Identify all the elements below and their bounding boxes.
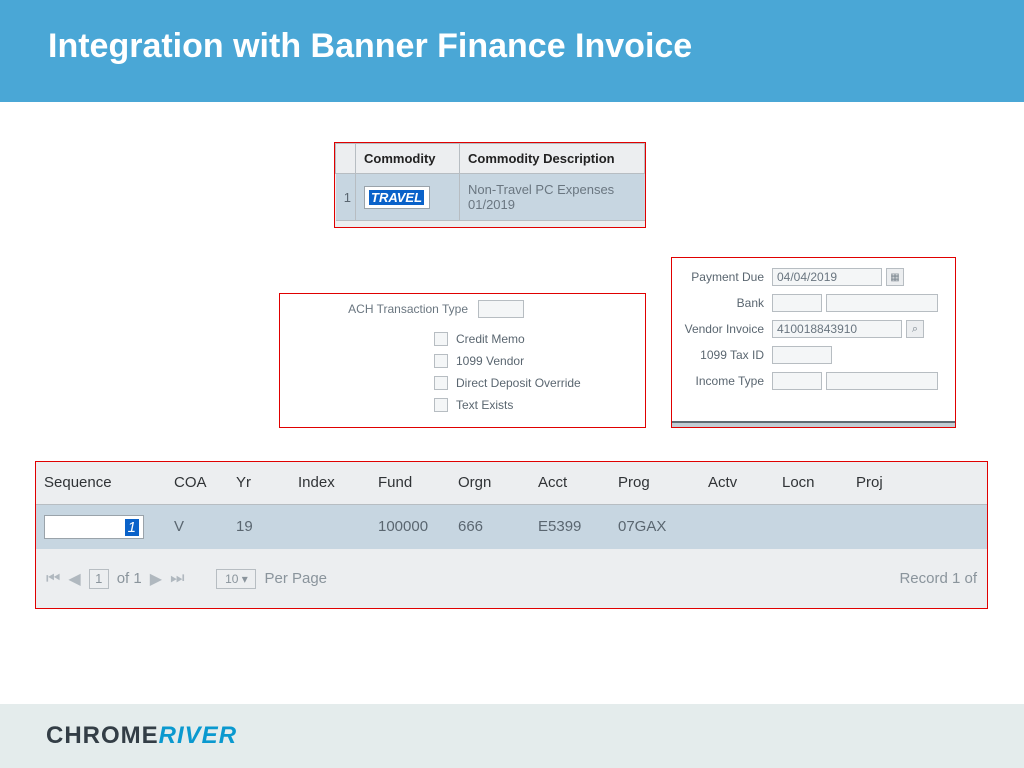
commodity-description: Non-Travel PC Expenses 01/2019 bbox=[460, 174, 645, 221]
col-commodity: Commodity bbox=[356, 144, 460, 174]
col-fund: Fund bbox=[370, 462, 450, 504]
col-orgn: Orgn bbox=[450, 462, 530, 504]
col-sequence: Sequence bbox=[36, 462, 166, 504]
accounting-row[interactable]: 1 V 19 100000 666 E5399 07GAX bbox=[36, 504, 987, 549]
next-page-icon[interactable]: ▶ bbox=[150, 569, 162, 589]
checkbox-1099-vendor[interactable] bbox=[434, 354, 448, 368]
cell-index bbox=[290, 504, 370, 549]
label-direct-deposit: Direct Deposit Override bbox=[456, 376, 581, 390]
cell-acct: E5399 bbox=[530, 504, 610, 549]
cell-actv bbox=[700, 504, 774, 549]
page-title: Integration with Banner Finance Invoice bbox=[0, 0, 1024, 102]
col-locn: Locn bbox=[774, 462, 848, 504]
label-vendor-invoice: Vendor Invoice bbox=[678, 322, 772, 336]
cell-coa: V bbox=[166, 504, 228, 549]
cell-yr: 19 bbox=[228, 504, 290, 549]
cell-locn bbox=[774, 504, 848, 549]
commodity-row[interactable]: 1 TRAVEL Non-Travel PC Expenses 01/2019 bbox=[336, 174, 645, 221]
cell-orgn: 666 bbox=[450, 504, 530, 549]
label-income-type: Income Type bbox=[678, 374, 772, 388]
income-type-code-input[interactable] bbox=[772, 372, 822, 390]
page-of-label: of 1 bbox=[117, 570, 142, 587]
col-yr: Yr bbox=[228, 462, 290, 504]
col-actv: Actv bbox=[700, 462, 774, 504]
brand-logo: CHROMERIVER bbox=[46, 722, 237, 750]
first-page-icon[interactable]: ⏮ bbox=[46, 570, 60, 588]
cell-prog: 07GAX bbox=[610, 504, 700, 549]
label-credit-memo: Credit Memo bbox=[456, 332, 525, 346]
label-1099-taxid: 1099 Tax ID bbox=[678, 348, 772, 362]
commodity-code-cell[interactable]: TRAVEL bbox=[356, 174, 460, 221]
checkbox-credit-memo[interactable] bbox=[434, 332, 448, 346]
accounting-panel: Sequence COA Yr Index Fund Orgn Acct Pro… bbox=[35, 461, 988, 609]
page-number-input[interactable]: 1 bbox=[89, 569, 109, 589]
cell-proj bbox=[848, 504, 987, 549]
ach-type-input[interactable] bbox=[478, 300, 524, 318]
cell-fund: 100000 bbox=[370, 504, 450, 549]
col-index: Index bbox=[290, 462, 370, 504]
rows-per-page-select[interactable]: 10 ▾ bbox=[216, 569, 256, 589]
label-bank: Bank bbox=[678, 296, 772, 310]
col-coa: COA bbox=[166, 462, 228, 504]
income-type-desc-input[interactable] bbox=[826, 372, 938, 390]
label-1099-vendor: 1099 Vendor bbox=[456, 354, 524, 368]
commodity-table: Commodity Commodity Description 1 TRAVEL… bbox=[335, 143, 645, 221]
checkbox-text-exists[interactable] bbox=[434, 398, 448, 412]
commodity-panel: Commodity Commodity Description 1 TRAVEL… bbox=[334, 142, 646, 228]
commodity-seq: 1 bbox=[336, 174, 356, 221]
payment-due-input[interactable] bbox=[772, 268, 882, 286]
checkbox-direct-deposit[interactable] bbox=[434, 376, 448, 390]
ach-panel: ACH Transaction Type Credit Memo 1099 Ve… bbox=[279, 293, 646, 428]
label-text-exists: Text Exists bbox=[456, 398, 513, 412]
footer: CHROMERIVER bbox=[0, 704, 1024, 768]
accounting-table: Sequence COA Yr Index Fund Orgn Acct Pro… bbox=[36, 462, 987, 549]
last-page-icon[interactable]: ⏭ bbox=[170, 570, 184, 588]
per-page-label: Per Page bbox=[264, 570, 327, 587]
search-icon[interactable]: ⌕ bbox=[906, 320, 924, 338]
col-prog: Prog bbox=[610, 462, 700, 504]
ach-label: ACH Transaction Type bbox=[280, 302, 478, 316]
pager: ⏮ ◀ 1 of 1 ▶ ⏭ 10 ▾ Per Page Record 1 of bbox=[36, 549, 987, 609]
sequence-input[interactable]: 1 bbox=[44, 515, 144, 539]
prev-page-icon[interactable]: ◀ bbox=[68, 569, 80, 589]
col-acct: Acct bbox=[530, 462, 610, 504]
col-proj: Proj bbox=[848, 462, 987, 504]
vendor-invoice-input[interactable] bbox=[772, 320, 902, 338]
panel-divider bbox=[672, 421, 955, 427]
label-payment-due: Payment Due bbox=[678, 270, 772, 284]
calendar-icon[interactable]: ▦ bbox=[886, 268, 904, 286]
col-commodity-desc: Commodity Description bbox=[460, 144, 645, 174]
bank-name-input[interactable] bbox=[826, 294, 938, 312]
taxid-input[interactable] bbox=[772, 346, 832, 364]
bank-code-input[interactable] bbox=[772, 294, 822, 312]
commodity-code-input[interactable]: TRAVEL bbox=[364, 186, 430, 209]
payment-panel: Payment Due ▦ Bank Vendor Invoice ⌕ 1099… bbox=[671, 257, 956, 428]
record-count-label: Record 1 of bbox=[899, 570, 977, 587]
